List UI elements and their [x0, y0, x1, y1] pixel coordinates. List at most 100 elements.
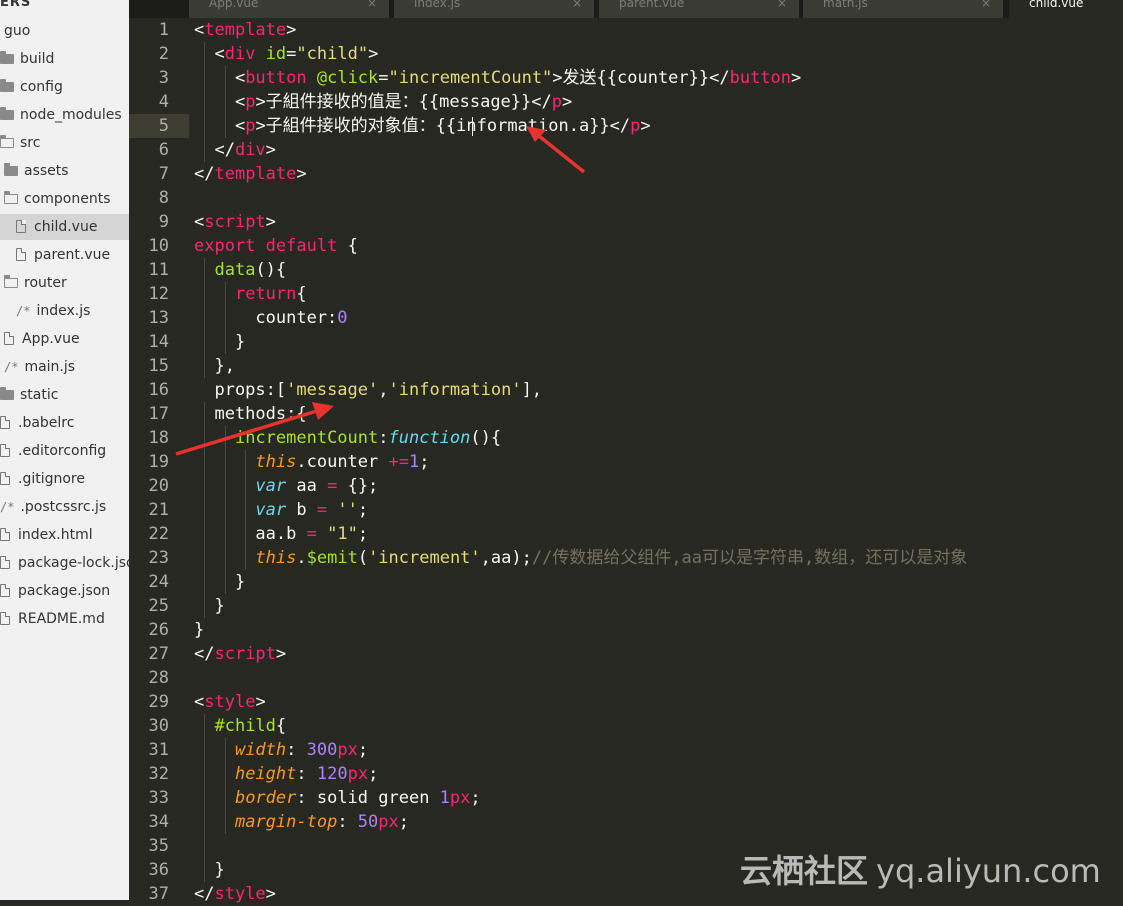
sidebar-item[interactable]: node_modules: [0, 102, 122, 128]
sidebar-item[interactable]: index.html: [0, 522, 93, 548]
code-token: props:[: [194, 380, 287, 400]
code-token: <: [194, 20, 205, 40]
sidebar-item[interactable]: package-lock.json: [0, 550, 129, 576]
code-token: <: [194, 68, 246, 88]
tab-3[interactable]: math.js ×: [803, 0, 1003, 18]
code-line[interactable]: aa.b = "1";: [194, 522, 368, 546]
code-token: button: [729, 68, 792, 88]
tab-label: math.js: [823, 0, 868, 10]
code-line[interactable]: border: solid green 1px;: [194, 786, 481, 810]
sidebar-item-label: static: [20, 387, 59, 403]
sidebar-item[interactable]: /* .postcssrc.js: [0, 494, 106, 520]
code-line[interactable]: },: [194, 354, 235, 378]
sidebar-item[interactable]: package.json: [0, 578, 110, 604]
code-line[interactable]: <div id="child">: [194, 42, 378, 66]
tab-close-icon[interactable]: ×: [367, 0, 377, 12]
code-line[interactable]: return{: [194, 282, 307, 306]
sidebar-item-label: main.js: [24, 359, 76, 375]
code-token: $emit: [306, 548, 358, 568]
sidebar-item[interactable]: /* main.js: [4, 354, 75, 380]
code-line[interactable]: counter:0: [194, 306, 347, 330]
code-line[interactable]: }: [194, 858, 224, 882]
code-token: script: [204, 212, 266, 232]
sidebar-item[interactable]: static: [0, 382, 58, 408]
code-line[interactable]: }: [194, 618, 204, 642]
code-line[interactable]: }: [194, 594, 224, 618]
sidebar-item[interactable]: build: [0, 46, 54, 72]
line-number: 23: [148, 548, 169, 568]
code-token: >: [265, 884, 276, 904]
sidebar-item[interactable]: .babelrc: [0, 410, 74, 436]
tab-2[interactable]: parent.vue ×: [599, 0, 799, 18]
code-token: px: [378, 812, 399, 832]
sidebar-item[interactable]: router: [3, 270, 67, 296]
line-number: 22: [148, 524, 169, 544]
code-token: :: [378, 428, 389, 448]
tab-0[interactable]: App.vue ×: [189, 0, 389, 18]
code-line[interactable]: </template>: [194, 162, 307, 186]
tab-close-icon[interactable]: ×: [777, 0, 787, 12]
sidebar-item[interactable]: .editorconfig: [0, 438, 106, 464]
sidebar-item[interactable]: .gitignore: [0, 466, 85, 492]
code-line[interactable]: }: [194, 330, 245, 354]
code-line[interactable]: <script>: [194, 210, 276, 234]
code-token: .: [296, 548, 307, 568]
line-number: 21: [148, 500, 169, 520]
sidebar-item[interactable]: guo: [4, 18, 30, 44]
code-token: ;: [357, 740, 369, 760]
code-line[interactable]: height: 120px;: [194, 762, 378, 786]
code-line[interactable]: <button @click="incrementCount">发送{{coun…: [194, 66, 801, 90]
tab-bar: App.vue × index.js × parent.vue × math.js × chil…: [129, 0, 1123, 18]
folder-icon: [0, 387, 14, 400]
line-number: 29: [148, 692, 169, 712]
code-line[interactable]: this.$emit('increment',aa);//传数据给父组件,aa可…: [194, 546, 967, 570]
tab-label: child.vue: [1029, 0, 1084, 10]
code-line[interactable]: }: [194, 570, 245, 594]
line-number: 30: [148, 716, 169, 736]
sidebar-item-label: App.vue: [22, 331, 80, 347]
sidebar-item[interactable]: parent.vue: [16, 242, 110, 268]
code-line[interactable]: var b = '';: [194, 498, 368, 522]
code-line[interactable]: </style>: [194, 882, 276, 906]
sidebar-item[interactable]: README.md: [0, 606, 105, 632]
code-line[interactable]: width: 300px;: [194, 738, 368, 762]
sidebar-item[interactable]: App.vue: [4, 326, 80, 352]
code-line[interactable]: #child{: [194, 714, 286, 738]
sidebar-item[interactable]: config: [0, 74, 63, 100]
sidebar-item[interactable]: assets: [4, 158, 69, 184]
code-token: },: [194, 356, 235, 376]
code-line[interactable]: </div>: [194, 138, 275, 162]
code-token: {: [296, 284, 307, 304]
code-token: >: [286, 20, 297, 40]
code-line[interactable]: margin-top: 50px;: [194, 810, 409, 834]
code-token: >子組件接收的值是：{{message}}</: [255, 92, 552, 112]
tab-close-icon[interactable]: ×: [572, 0, 582, 12]
sidebar-item[interactable]: components: [3, 186, 111, 212]
code-line[interactable]: </script>: [194, 642, 286, 666]
code-line[interactable]: export default {: [194, 234, 358, 258]
tab-4[interactable]: child.vue: [1009, 0, 1123, 18]
sidebar-item-label: index.js: [36, 303, 91, 319]
sidebar-item[interactable]: src: [0, 130, 40, 156]
code-line[interactable]: <style>: [194, 690, 266, 714]
code-editor[interactable]: 1 2 3 4 5 6 7 8 9 10 11 12 13 14 15 16 17 18 19 20 21 22 23 24 2…: [129, 18, 1123, 904]
file-icon: [4, 332, 14, 345]
code-token: 1: [439, 788, 450, 808]
code-token: :: [337, 812, 358, 832]
line-number: 11: [148, 260, 169, 280]
tab-close-icon[interactable]: ×: [981, 0, 991, 12]
folder-icon: [0, 79, 14, 92]
sidebar-item[interactable]: child.vue: [0, 214, 129, 240]
code-line[interactable]: data(){: [194, 258, 286, 282]
code-line[interactable]: <p>子組件接收的值是：{{message}}</p>: [194, 90, 572, 114]
line-number: 20: [148, 476, 169, 496]
code-token: px: [347, 764, 369, 784]
line-number: 1: [158, 20, 169, 40]
code-line[interactable]: var aa = {};: [194, 474, 378, 498]
tab-1[interactable]: index.js ×: [394, 0, 594, 18]
code-line[interactable]: <template>: [194, 18, 296, 42]
sidebar-item[interactable]: /* index.js: [16, 298, 90, 324]
code-token: :: [286, 740, 307, 760]
